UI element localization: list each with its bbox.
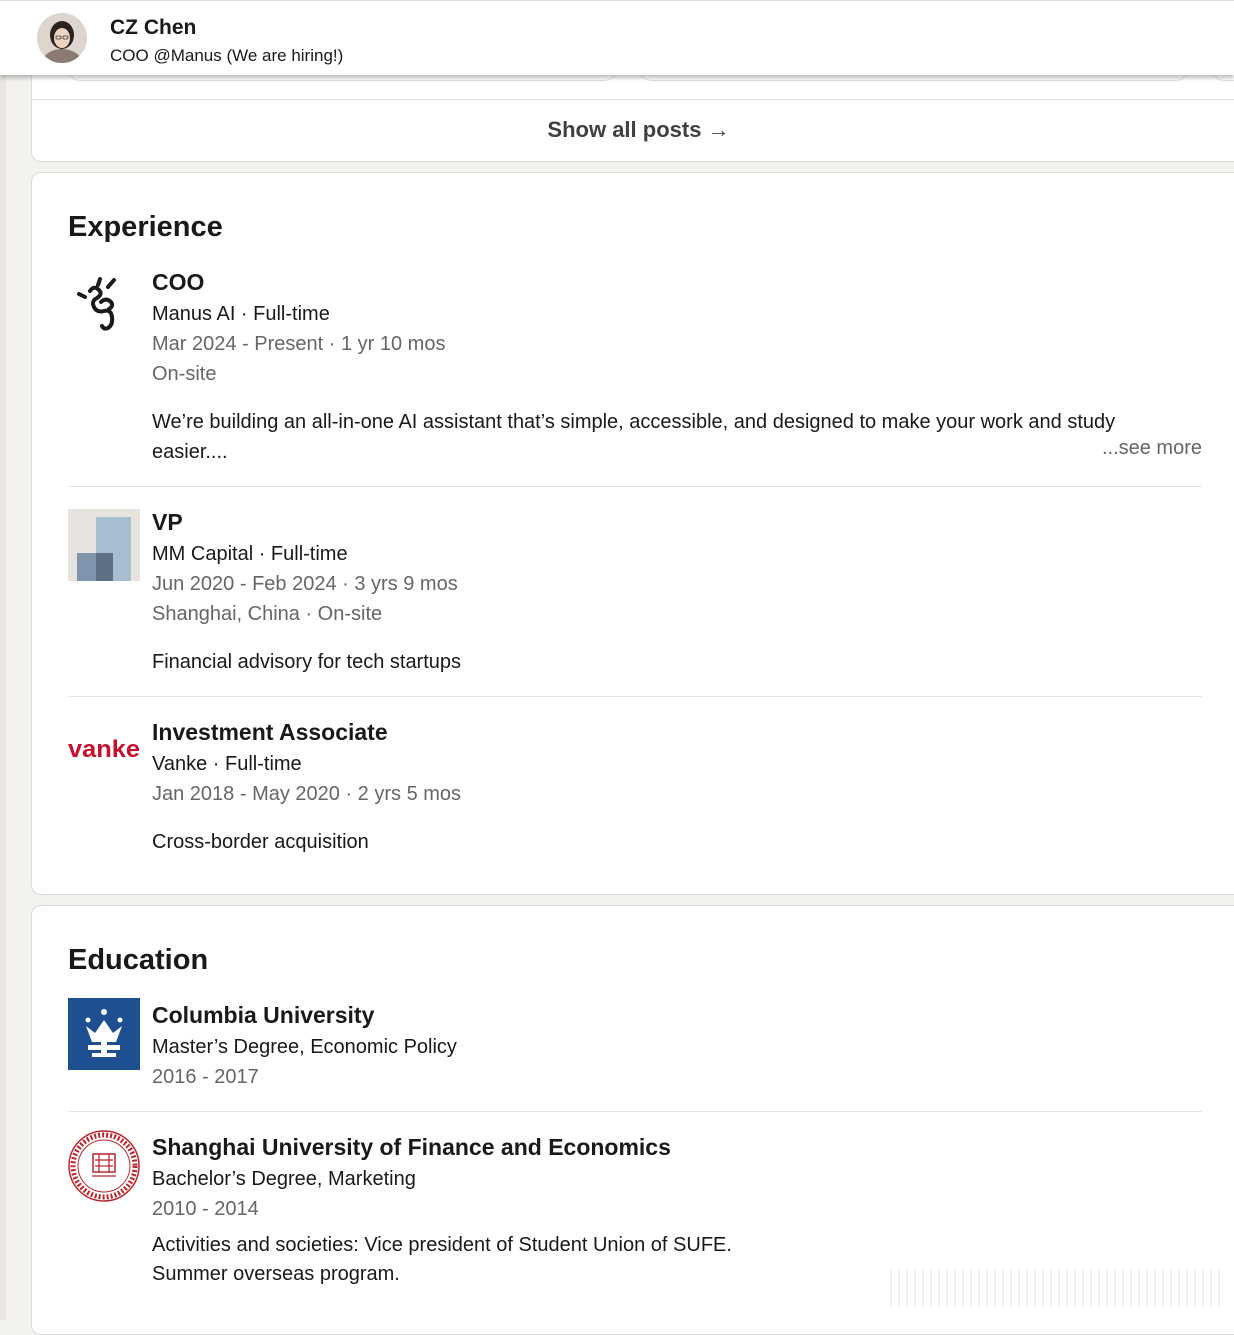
job-title[interactable]: VP [152,509,183,536]
experience-card: Experience COO Manus AI · Full-time Mar … [31,172,1234,895]
activities-text: Activities and societies: Vice president… [152,1234,732,1256]
job-dates: Jun 2020 - Feb 2024 · 3 yrs 9 mos [152,573,458,595]
job-description: Cross-border acquisition [152,831,369,853]
avatar[interactable] [37,13,87,63]
sticky-profile-header: CZ Chen COO @Manus (We are hiring!) [0,0,1234,75]
vanke-logo-icon[interactable]: vanke [68,719,140,791]
profile-photo-icon [37,13,87,63]
page-left-edge [0,0,6,1320]
education-item: Columbia University Master’s Degree, Eco… [68,998,1202,1098]
job-location: Shanghai, China · On-site [152,603,383,625]
company-name: Manus AI · Full-time [152,303,330,325]
company-name: Vanke · Full-time [152,753,302,775]
job-dates: Jan 2018 - May 2020 · 2 yrs 5 mos [152,783,462,805]
job-title[interactable]: COO [152,269,204,296]
job-description: Financial advisory for tech startups [152,651,462,673]
company-name: MM Capital · Full-time [152,543,348,565]
activities-text: Summer overseas program. [152,1263,400,1285]
experience-heading: Experience [68,211,223,243]
watermark-overlay [890,1270,1222,1306]
degree: Master’s Degree, Economic Policy [152,1036,457,1058]
profile-headline: COO @Manus (We are hiring!) [110,46,344,65]
education-dates: 2016 - 2017 [152,1066,259,1088]
job-title[interactable]: Investment Associate [152,719,388,746]
experience-item: vanke Investment Associate Vanke · Full-… [68,719,1202,869]
divider [68,486,1202,487]
svg-text:vanke: vanke [68,736,140,763]
education-heading: Education [68,944,209,976]
school-name[interactable]: Shanghai University of Finance and Econo… [152,1134,671,1161]
show-all-posts-button[interactable]: Show all posts → [32,100,1234,160]
columbia-crown-logo-icon[interactable] [68,998,140,1070]
profile-name: CZ Chen [110,16,197,39]
education-dates: 2010 - 2014 [152,1198,259,1220]
experience-item: VP MM Capital · Full-time Jun 2020 - Feb… [68,509,1202,689]
sufe-seal-logo-icon[interactable] [68,1130,140,1202]
divider [68,696,1202,697]
mm-capital-logo-icon[interactable] [68,509,140,581]
degree: Bachelor’s Degree, Marketing [152,1168,416,1190]
school-name[interactable]: Columbia University [152,1002,374,1029]
job-location: On-site [152,363,217,385]
divider [68,1111,1202,1112]
job-description: We’re building an all-in-one AI assistan… [152,411,1116,463]
job-dates: Mar 2024 - Present · 1 yr 10 mos [152,333,446,355]
see-more-link[interactable]: ...see more [1102,437,1202,460]
manus-logo-icon[interactable] [68,269,140,341]
experience-item: COO Manus AI · Full-time Mar 2024 - Pres… [68,269,1202,469]
